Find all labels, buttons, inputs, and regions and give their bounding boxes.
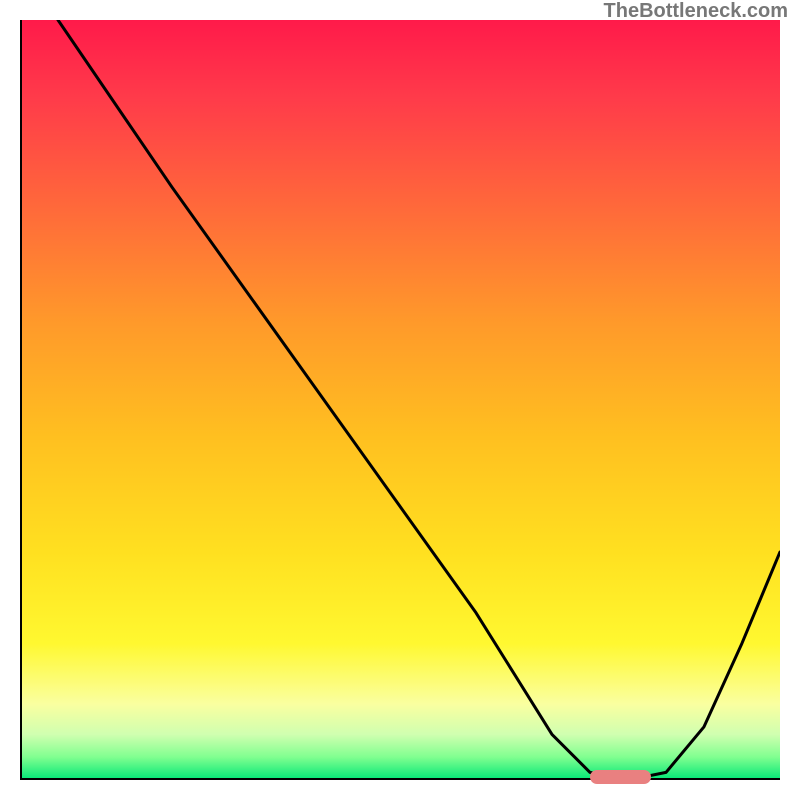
watermark-text: TheBottleneck.com bbox=[604, 0, 788, 23]
optimal-range-marker bbox=[590, 770, 651, 784]
bottleneck-chart: TheBottleneck.com bbox=[0, 0, 800, 800]
bottleneck-curve bbox=[20, 20, 780, 780]
